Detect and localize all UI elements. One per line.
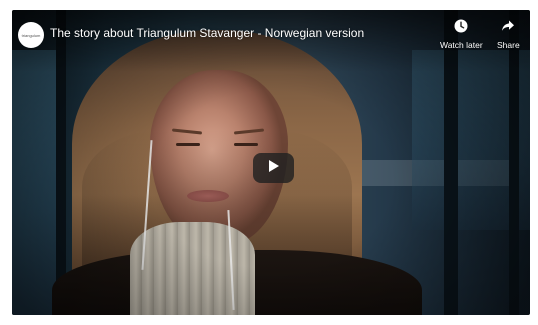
share-arrow-icon (500, 18, 516, 34)
share-label: Share (497, 40, 520, 50)
channel-avatar-text: triangulum (21, 32, 41, 38)
share-button[interactable]: Share (497, 18, 520, 50)
video-player[interactable]: triangulum The story about Triangulum St… (12, 10, 530, 315)
watch-later-label: Watch later (440, 40, 483, 50)
video-title[interactable]: The story about Triangulum Stavanger - N… (50, 26, 364, 40)
play-button[interactable] (253, 153, 294, 183)
clock-icon (453, 18, 469, 34)
channel-avatar[interactable]: triangulum (18, 22, 44, 48)
watch-later-button[interactable]: Watch later (440, 18, 483, 50)
play-icon (268, 159, 280, 178)
